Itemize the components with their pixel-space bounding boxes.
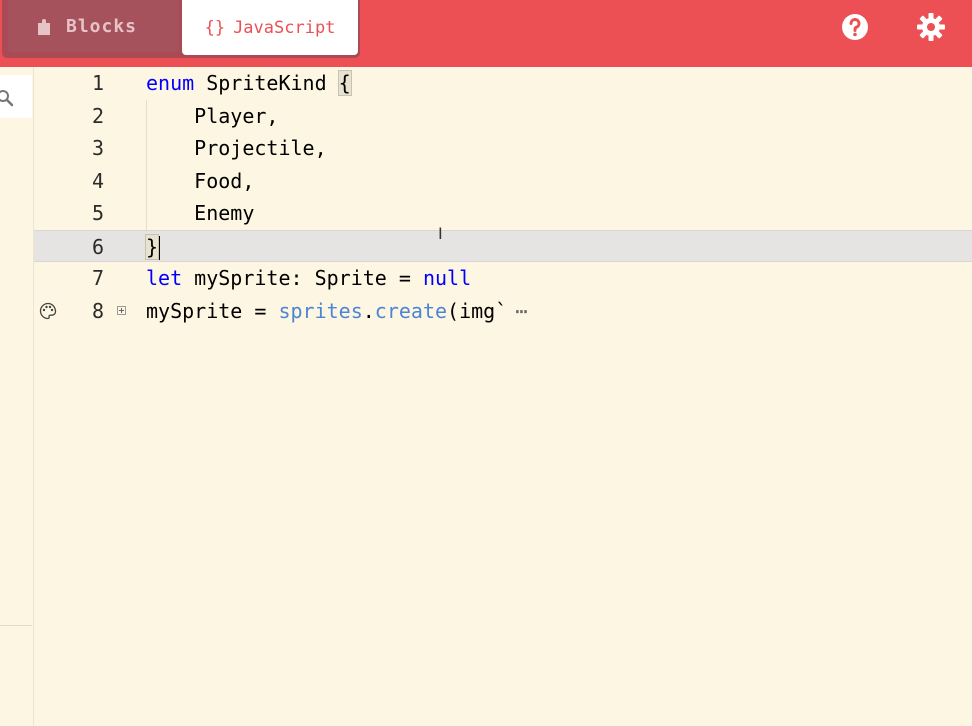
- code-editor[interactable]: 1 enum SpriteKind {2 Player, 3 Projectile,…: [34, 67, 972, 726]
- gear-icon: [917, 13, 945, 41]
- line-number: 8: [91, 298, 104, 323]
- code-line[interactable]: 7 let mySprite: Sprite = null: [34, 262, 972, 294]
- help-button[interactable]: [840, 12, 870, 42]
- code-line[interactable]: 5 Enemy: [34, 197, 972, 229]
- toolbox-panel: [0, 67, 34, 726]
- line-number: 6: [91, 234, 104, 259]
- folded-ellipsis[interactable]: ⋯: [515, 299, 528, 323]
- line-number: 4: [91, 168, 104, 193]
- toolbox-search[interactable]: [0, 75, 32, 118]
- editor-tabs: Blocks {} JavaScript: [2, 0, 360, 58]
- tab-javascript[interactable]: {} JavaScript: [182, 0, 358, 55]
- text-caret: [158, 236, 161, 260]
- code-text: Food,: [146, 168, 255, 193]
- top-menu-bar: Blocks {} JavaScript: [0, 0, 972, 67]
- line-number: 1: [91, 71, 104, 95]
- code-line[interactable]: 4 Food,: [34, 165, 972, 197]
- code-text: }: [144, 233, 161, 260]
- expand-fold-icon[interactable]: [117, 305, 126, 315]
- ibeam-cursor-icon: I: [438, 224, 443, 243]
- tab-javascript-label: JavaScript: [233, 17, 336, 38]
- help-circle-icon: [842, 14, 868, 40]
- code-line[interactable]: 8 mySprite = sprites.create(img` ⋯: [34, 295, 972, 327]
- code-line[interactable]: 2 Player,: [34, 100, 972, 132]
- code-text: Enemy: [146, 201, 255, 225]
- puzzle-piece-icon: [38, 19, 50, 35]
- line-number: 5: [91, 201, 104, 225]
- tab-blocks[interactable]: Blocks: [8, 0, 179, 52]
- code-line[interactable]: 3 Projectile,: [34, 132, 972, 164]
- line-number: 2: [91, 103, 104, 128]
- code-text: Player,: [146, 103, 279, 128]
- palette-icon[interactable]: [39, 302, 57, 320]
- toolbox-divider: [0, 625, 32, 626]
- braces-icon: {}: [204, 17, 226, 38]
- code-line[interactable]: 6}: [34, 229, 972, 262]
- line-number: 3: [91, 136, 104, 160]
- tab-blocks-label: Blocks: [66, 15, 138, 37]
- code-line[interactable]: 1 enum SpriteKind {: [34, 67, 972, 99]
- search-icon: [0, 90, 14, 107]
- code-text: let mySprite: Sprite = null: [146, 266, 472, 290]
- line-number: 7: [91, 266, 104, 290]
- code-text: enum SpriteKind {: [146, 70, 352, 96]
- settings-button[interactable]: [916, 12, 946, 42]
- code-text: Projectile,: [146, 136, 327, 160]
- code-text: mySprite = sprites.create(img` ⋯: [146, 298, 529, 323]
